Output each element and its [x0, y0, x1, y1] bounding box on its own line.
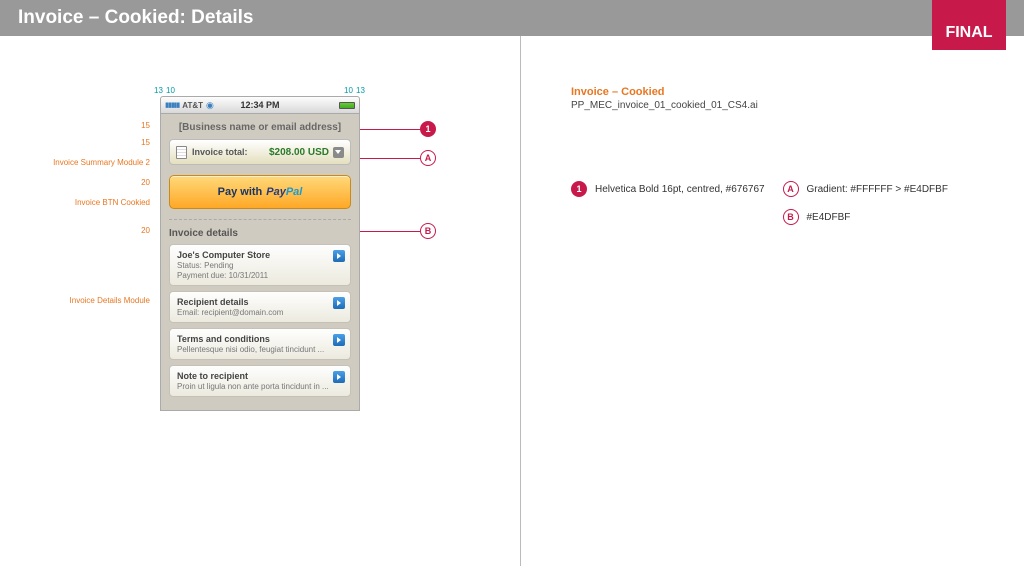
chevron-down-icon [333, 147, 344, 158]
wifi-icon: ◉ [206, 100, 214, 111]
dim-label: 13 [356, 86, 365, 95]
detail-card[interactable]: Recipient details Email: recipient@domai… [169, 291, 351, 323]
redline-label: Invoice Summary Module 2 [20, 158, 150, 167]
status-bar: ▮▮▮▮▮ AT&T ◉ 12:34 PM [160, 96, 360, 114]
detail-card[interactable]: Joe's Computer Store Status: Pending Pay… [169, 244, 351, 286]
annotation-text: #E4DFBF [807, 212, 851, 223]
clock: 12:34 PM [240, 100, 279, 110]
phone-mockup: ▮▮▮▮▮ AT&T ◉ 12:34 PM [Business name or … [160, 96, 360, 411]
callout-line [360, 158, 420, 159]
annotation-text: Gradient: #FFFFFF > #E4DFBF [807, 184, 948, 195]
business-name: [Business name or email address] [169, 120, 351, 139]
dim-label: 20 [100, 226, 150, 235]
dim-label: 13 [154, 86, 163, 95]
pay-with-paypal-button[interactable]: Pay with PayPal [169, 175, 351, 209]
signal-icon: ▮▮▮▮▮ [165, 101, 179, 109]
dim-label: 15 [100, 138, 150, 147]
card-subtitle: Payment due: 10/31/2011 [177, 271, 343, 280]
card-title: Note to recipient [177, 371, 343, 381]
left-panel: 13 10 10 13 15 15 Invoice Summary Module… [0, 36, 520, 566]
callout-line [360, 129, 420, 130]
spec-title: Invoice – Cookied [571, 86, 994, 98]
annotation-col: 1 Helvetica Bold 16pt, centred, #676767 [571, 181, 783, 209]
annotation-item: B #E4DFBF [783, 209, 995, 225]
annotation-col: A Gradient: #FFFFFF > #E4DFBF B #E4DFBF [783, 181, 995, 237]
total-label: Invoice total: [192, 147, 248, 157]
annotation-row: 1 Helvetica Bold 16pt, centred, #676767 … [571, 181, 994, 237]
callout-marker-a: A [420, 150, 436, 166]
invoice-total-row[interactable]: Invoice total: $208.00 USD [169, 139, 351, 165]
section-header: Invoice details [169, 228, 351, 239]
annotation-text: Helvetica Bold 16pt, centred, #676767 [595, 184, 765, 195]
chevron-right-icon [333, 297, 345, 309]
right-panel: Invoice – Cookied PP_MEC_invoice_01_cook… [521, 36, 1024, 566]
annotation-item: 1 Helvetica Bold 16pt, centred, #676767 [571, 181, 783, 197]
card-title: Joe's Computer Store [177, 250, 343, 260]
callout-marker-1: 1 [420, 121, 436, 137]
carrier-label: AT&T [182, 101, 203, 110]
callout-marker-b: B [783, 209, 799, 225]
card-title: Terms and conditions [177, 334, 343, 344]
chevron-right-icon [333, 371, 345, 383]
annotation-item: A Gradient: #FFFFFF > #E4DFBF [783, 181, 995, 197]
card-title: Recipient details [177, 297, 343, 307]
content: 13 10 10 13 15 15 Invoice Summary Module… [0, 36, 1024, 566]
page-title: Invoice – Cookied: Details [18, 7, 253, 29]
paypal-logo: PayPal [266, 186, 302, 198]
dim-label: 10 [166, 86, 175, 95]
chevron-right-icon [333, 334, 345, 346]
redline-label: Invoice Details Module [20, 296, 150, 305]
card-subtitle: Proin ut ligula non ante porta tincidunt… [177, 382, 343, 391]
pay-prefix: Pay with [218, 186, 263, 198]
dim-label: 15 [100, 121, 150, 130]
card-subtitle: Status: Pending [177, 261, 343, 270]
app-body: [Business name or email address] Invoice… [160, 114, 360, 411]
chevron-right-icon [333, 250, 345, 262]
card-subtitle: Pellentesque nisi odio, feugiat tincidun… [177, 345, 343, 354]
invoice-icon [176, 146, 187, 159]
card-subtitle: Email: recipient@domain.com [177, 308, 343, 317]
callout-marker-a: A [783, 181, 799, 197]
total-amount: $208.00 USD [269, 147, 329, 158]
callout-line [360, 231, 420, 232]
callout-marker-1: 1 [571, 181, 587, 197]
redline-label: Invoice BTN Cookied [20, 198, 150, 207]
final-badge: FINAL [932, 0, 1006, 50]
page-header: Invoice – Cookied: Details [0, 0, 1024, 36]
dim-label: 20 [100, 178, 150, 187]
spec-filename: PP_MEC_invoice_01_cookied_01_CS4.ai [571, 100, 994, 111]
battery-icon [339, 102, 355, 109]
callout-marker-b: B [420, 223, 436, 239]
dim-label: 10 [344, 86, 353, 95]
detail-card[interactable]: Terms and conditions Pellentesque nisi o… [169, 328, 351, 360]
detail-card[interactable]: Note to recipient Proin ut ligula non an… [169, 365, 351, 397]
divider [169, 219, 351, 220]
